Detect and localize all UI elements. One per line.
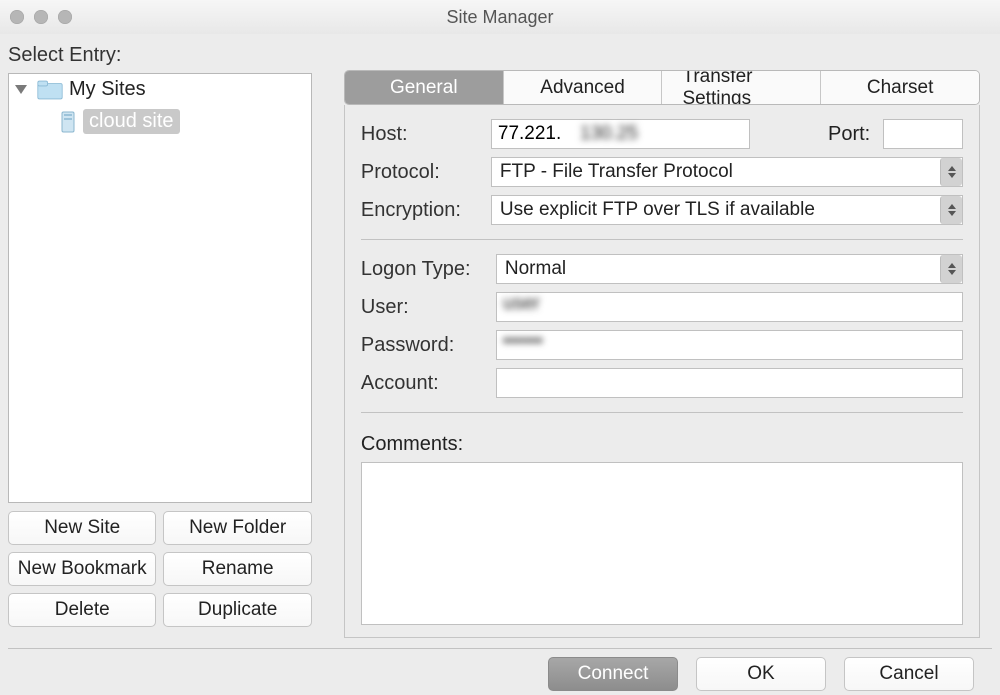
logon-type-select[interactable]: Normal	[496, 254, 963, 284]
protocol-value: FTP - File Transfer Protocol	[500, 161, 733, 183]
tab-advanced[interactable]: Advanced	[504, 71, 663, 104]
titlebar: Site Manager	[0, 0, 1000, 34]
select-entry-label: Select Entry:	[8, 44, 312, 67]
password-input[interactable]: ••••••	[496, 330, 963, 360]
site-tree[interactable]: My Sites cloud site	[8, 73, 312, 503]
user-value: user	[503, 293, 540, 314]
new-folder-button[interactable]: New Folder	[163, 511, 311, 545]
ok-button[interactable]: OK	[696, 657, 826, 691]
tab-transfer-settings[interactable]: Transfer Settings	[662, 71, 821, 104]
tree-item-label: cloud site	[83, 109, 180, 134]
tab-charset[interactable]: Charset	[821, 71, 979, 104]
host-label: Host:	[361, 123, 491, 146]
user-label: User:	[361, 296, 496, 319]
cancel-button[interactable]: Cancel	[844, 657, 974, 691]
comments-label: Comments:	[361, 433, 963, 456]
comments-input[interactable]	[361, 462, 963, 625]
user-input[interactable]: user	[496, 292, 963, 322]
window-controls	[10, 10, 72, 24]
new-bookmark-button[interactable]: New Bookmark	[8, 552, 156, 586]
tab-general[interactable]: General	[345, 71, 504, 104]
dialog-footer: Connect OK Cancel	[8, 657, 992, 695]
host-input[interactable]	[491, 119, 750, 149]
general-panel: Host: 130.25 Port: Protocol: FTP - File …	[344, 105, 980, 638]
server-icon	[59, 111, 77, 133]
protocol-label: Protocol:	[361, 161, 491, 184]
window-title: Site Manager	[0, 7, 1000, 28]
account-input[interactable]	[496, 368, 963, 398]
encryption-value: Use explicit FTP over TLS if available	[500, 199, 815, 221]
password-label: Password:	[361, 334, 496, 357]
new-site-button[interactable]: New Site	[8, 511, 156, 545]
connect-button[interactable]: Connect	[548, 657, 678, 691]
chevron-down-icon[interactable]	[15, 85, 27, 94]
tab-bar: General Advanced Transfer Settings Chars…	[344, 70, 980, 105]
footer-separator	[8, 648, 992, 649]
logon-type-value: Normal	[505, 258, 566, 280]
updown-arrows-icon	[940, 255, 962, 283]
tree-item-cloud-site[interactable]: cloud site	[9, 105, 311, 138]
tree-root-my-sites[interactable]: My Sites	[9, 74, 311, 105]
separator	[361, 239, 963, 240]
minimize-window-icon[interactable]	[34, 10, 48, 24]
duplicate-button[interactable]: Duplicate	[163, 593, 311, 627]
tree-root-label: My Sites	[69, 78, 146, 101]
updown-arrows-icon	[940, 158, 962, 186]
folder-icon	[37, 79, 63, 101]
port-input[interactable]	[883, 119, 963, 149]
logon-type-label: Logon Type:	[361, 258, 496, 281]
close-window-icon[interactable]	[10, 10, 24, 24]
encryption-label: Encryption:	[361, 199, 491, 222]
updown-arrows-icon	[940, 196, 962, 224]
zoom-window-icon[interactable]	[58, 10, 72, 24]
port-label: Port:	[828, 123, 883, 146]
separator	[361, 412, 963, 413]
encryption-select[interactable]: Use explicit FTP over TLS if available	[491, 195, 963, 225]
protocol-select[interactable]: FTP - File Transfer Protocol	[491, 157, 963, 187]
password-value: ••••••	[503, 331, 543, 352]
delete-button[interactable]: Delete	[8, 593, 156, 627]
rename-button[interactable]: Rename	[163, 552, 311, 586]
account-label: Account:	[361, 372, 496, 395]
